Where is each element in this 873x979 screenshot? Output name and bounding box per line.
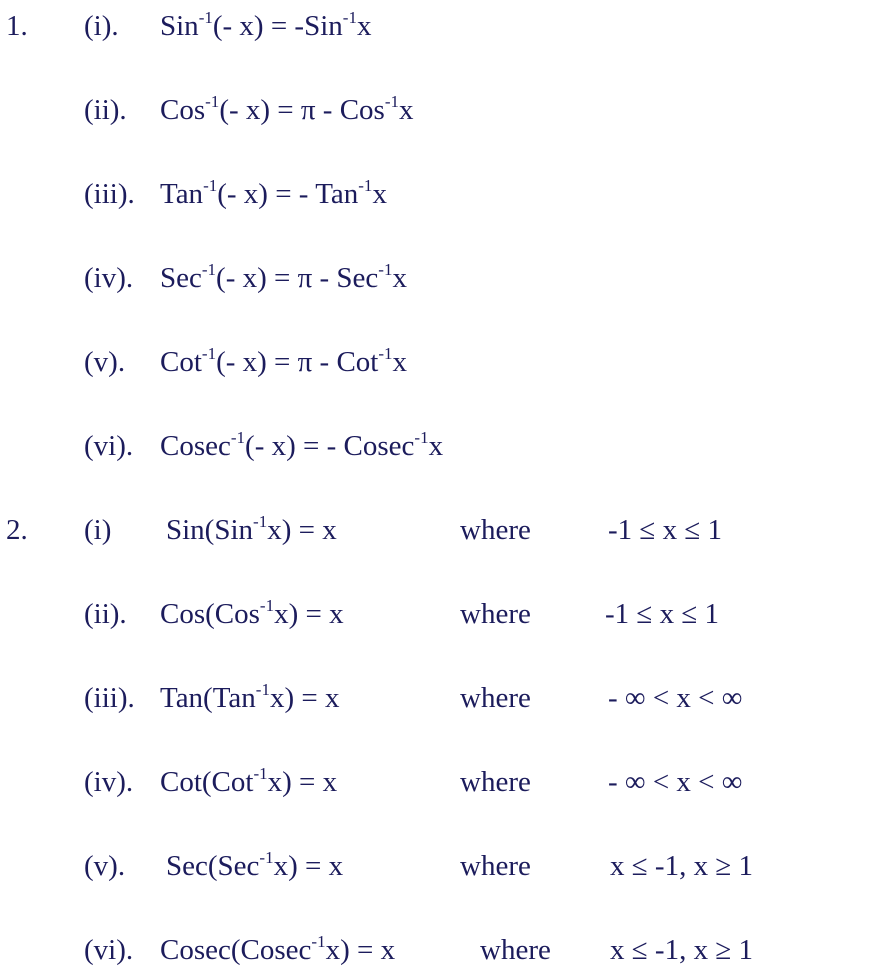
where-label: where <box>480 934 551 966</box>
identity-formula: Cos(Cos-1x) = x <box>160 596 344 630</box>
identity-formula: Cot-1(- x) = π - Cot-1x <box>160 344 408 378</box>
item-label: (iii). <box>84 682 135 714</box>
item-label: (iii). <box>84 178 135 210</box>
identity-formula: Tan-1(- x) = - Tan-1x <box>160 176 387 210</box>
item-label: (iv). <box>84 766 134 798</box>
identity-formula: Cos-1(- x) = π - Cos-1x <box>160 92 414 126</box>
item-label: (ii). <box>84 94 127 126</box>
identity-formula: Sec(Sec-1x) = x <box>166 848 344 882</box>
identity-formula: Cosec(Cosec-1x) = x <box>160 932 396 966</box>
section-number: 1. <box>6 10 28 42</box>
item-label: (v). <box>84 346 126 378</box>
identity-formula: Tan(Tan-1x) = x <box>160 680 340 714</box>
where-label: where <box>460 682 531 714</box>
where-label: where <box>460 766 531 798</box>
where-label: where <box>460 514 531 546</box>
domain-condition: - ∞ < x < ∞ <box>608 682 743 714</box>
domain-condition: -1 ≤ x ≤ 1 <box>608 514 722 546</box>
domain-condition: - ∞ < x < ∞ <box>608 766 743 798</box>
item-label: (ii). <box>84 598 127 630</box>
item-label: (iv). <box>84 262 134 294</box>
item-label: (vi). <box>84 430 134 462</box>
domain-condition: x ≤ -1, x ≥ 1 <box>610 850 753 882</box>
item-label: (i). <box>84 10 119 42</box>
domain-condition: x ≤ -1, x ≥ 1 <box>610 934 753 966</box>
section-number: 2. <box>6 514 28 546</box>
identity-formula: Sec-1(- x) = π - Sec-1x <box>160 260 407 294</box>
identity-formula: Cot(Cot-1x) = x <box>160 764 338 798</box>
item-label: (vi). <box>84 934 134 966</box>
identity-formula: Cosec-1(- x) = - Cosec-1x <box>160 428 444 462</box>
where-label: where <box>460 850 531 882</box>
item-label: (v). <box>84 850 126 882</box>
where-label: where <box>460 598 531 630</box>
identity-formula: Sin(Sin-1x) = x <box>166 512 337 546</box>
item-label: (i) <box>84 514 112 546</box>
domain-condition: -1 ≤ x ≤ 1 <box>605 598 719 630</box>
identity-formula: Sin-1(- x) = -Sin-1x <box>160 8 372 42</box>
